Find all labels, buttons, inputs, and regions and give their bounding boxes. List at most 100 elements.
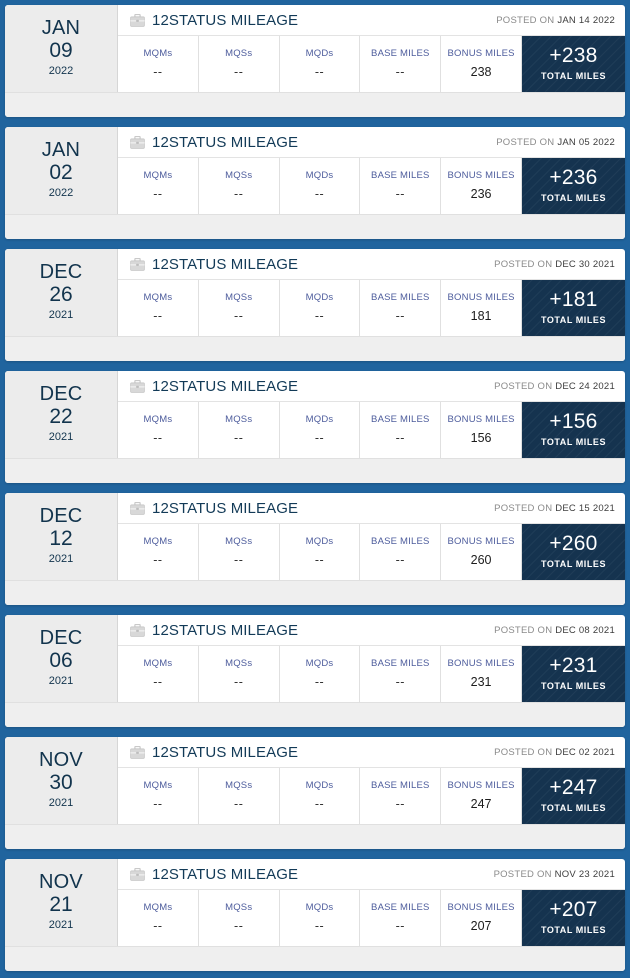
stat-value-bonus-miles: 238 xyxy=(470,64,492,79)
briefcase-icon xyxy=(130,258,145,271)
stat-label-mqms: MQMs xyxy=(143,901,173,913)
stat-label-base-miles: BASE MILES xyxy=(371,657,430,669)
total-miles-label: TOTAL MILES xyxy=(540,802,607,813)
total-miles-value: +231 xyxy=(549,654,598,678)
stat-cell-mqss: MQSs -- xyxy=(199,402,280,458)
stat-label-bonus-miles: BONUS MILES xyxy=(447,657,515,669)
stat-cell-mqss: MQSs -- xyxy=(199,890,280,946)
activity-card-body: 12STATUS MILEAGE POSTED ON JAN 14 2022 M… xyxy=(118,5,625,92)
activity-stats-row: MQMs -- MQSs -- MQDs -- BASE MILES -- BO… xyxy=(118,280,625,336)
stat-value-base-miles: -- xyxy=(395,674,405,689)
total-miles-label: TOTAL MILES xyxy=(540,70,607,81)
activity-posted-on: POSTED ON JAN 05 2022 xyxy=(496,137,617,148)
activity-date-year: 2021 xyxy=(48,796,74,809)
stat-cell-base-miles: BASE MILES -- xyxy=(360,158,442,214)
activity-card-1[interactable]: JAN 02 2022 12STATUS MILEAGE POSTED ON J… xyxy=(5,127,625,239)
stat-cell-base-miles: BASE MILES -- xyxy=(360,768,442,824)
stat-value-mqms: -- xyxy=(153,796,163,811)
activity-card-5[interactable]: DEC 06 2021 12STATUS MILEAGE POSTED ON D… xyxy=(5,615,625,727)
stat-label-mqms: MQMs xyxy=(143,413,173,425)
total-miles-box: +156 TOTAL MILES xyxy=(521,402,625,458)
stat-label-bonus-miles: BONUS MILES xyxy=(447,535,515,547)
activity-card-footer xyxy=(5,702,625,727)
stat-label-mqds: MQDs xyxy=(305,47,334,59)
activity-card-4[interactable]: DEC 12 2021 12STATUS MILEAGE POSTED ON D… xyxy=(5,493,625,605)
activity-card-footer xyxy=(5,336,625,361)
activity-card-main: JAN 02 2022 12STATUS MILEAGE POSTED ON J… xyxy=(5,127,625,214)
activity-card-0[interactable]: JAN 09 2022 12STATUS MILEAGE POSTED ON J… xyxy=(5,5,625,117)
stat-value-bonus-miles: 207 xyxy=(470,918,492,933)
stat-cell-bonus-miles: BONUS MILES 207 xyxy=(441,890,522,946)
stat-value-bonus-miles: 247 xyxy=(470,796,492,811)
activity-title: 12STATUS MILEAGE xyxy=(152,134,299,151)
stat-cell-bonus-miles: BONUS MILES 260 xyxy=(441,524,522,580)
stat-label-mqds: MQDs xyxy=(305,535,334,547)
activity-posted-on: POSTED ON DEC 15 2021 xyxy=(494,503,617,514)
activity-card-main: DEC 06 2021 12STATUS MILEAGE POSTED ON D… xyxy=(5,615,625,702)
stat-value-mqms: -- xyxy=(153,552,163,567)
activity-card-main: DEC 26 2021 12STATUS MILEAGE POSTED ON D… xyxy=(5,249,625,336)
activity-card-7[interactable]: NOV 21 2021 12STATUS MILEAGE POSTED ON N… xyxy=(5,859,625,971)
activity-card-footer xyxy=(5,214,625,239)
activity-date-year: 2021 xyxy=(48,308,74,321)
posted-on-date: JAN 14 2022 xyxy=(557,15,615,26)
activity-date-column: JAN 09 2022 xyxy=(5,5,118,92)
stat-cell-mqms: MQMs -- xyxy=(118,890,199,946)
activity-card-header: 12STATUS MILEAGE POSTED ON DEC 08 2021 xyxy=(118,615,625,646)
activity-card-3[interactable]: DEC 22 2021 12STATUS MILEAGE POSTED ON D… xyxy=(5,371,625,483)
activity-card-body: 12STATUS MILEAGE POSTED ON JAN 05 2022 M… xyxy=(118,127,625,214)
stat-label-base-miles: BASE MILES xyxy=(371,47,430,59)
stat-cell-mqss: MQSs -- xyxy=(199,36,280,92)
posted-on-date: DEC 08 2021 xyxy=(555,625,615,636)
stat-value-mqds: -- xyxy=(314,918,325,933)
stat-label-base-miles: BASE MILES xyxy=(371,535,430,547)
total-miles-label: TOTAL MILES xyxy=(540,314,607,325)
stat-label-mqss: MQSs xyxy=(225,657,253,669)
activity-card-body: 12STATUS MILEAGE POSTED ON DEC 24 2021 M… xyxy=(118,371,625,458)
total-miles-box: +231 TOTAL MILES xyxy=(521,646,625,702)
activity-date-day: 30 xyxy=(49,771,73,795)
total-miles-value: +207 xyxy=(549,898,598,922)
stat-cell-bonus-miles: BONUS MILES 247 xyxy=(441,768,522,824)
stat-cell-bonus-miles: BONUS MILES 238 xyxy=(441,36,522,92)
stat-label-bonus-miles: BONUS MILES xyxy=(447,169,515,181)
activity-date-day: 26 xyxy=(49,283,73,307)
total-miles-value: +247 xyxy=(549,776,598,800)
activity-title: 12STATUS MILEAGE xyxy=(152,12,299,29)
activity-title: 12STATUS MILEAGE xyxy=(152,500,299,517)
activity-header-left: 12STATUS MILEAGE xyxy=(130,12,298,29)
activity-card-header: 12STATUS MILEAGE POSTED ON DEC 30 2021 xyxy=(118,249,625,280)
total-miles-label: TOTAL MILES xyxy=(540,436,607,447)
stat-label-mqss: MQSs xyxy=(225,169,253,181)
activity-card-footer xyxy=(5,92,625,117)
posted-on-date: NOV 23 2021 xyxy=(554,869,615,880)
activity-date-day: 06 xyxy=(49,649,73,673)
stat-label-mqds: MQDs xyxy=(305,169,334,181)
stat-value-bonus-miles: 260 xyxy=(470,552,492,567)
activity-date-year: 2022 xyxy=(48,186,74,199)
activity-card-header: 12STATUS MILEAGE POSTED ON DEC 15 2021 xyxy=(118,493,625,524)
total-miles-label: TOTAL MILES xyxy=(540,924,607,935)
stat-label-mqds: MQDs xyxy=(305,657,334,669)
total-miles-box: +238 TOTAL MILES xyxy=(521,36,625,92)
activity-date-column: DEC 06 2021 xyxy=(5,615,118,702)
stat-value-base-miles: -- xyxy=(395,308,405,323)
stat-label-bonus-miles: BONUS MILES xyxy=(447,901,515,913)
stat-label-mqss: MQSs xyxy=(225,901,253,913)
activity-date-month: DEC xyxy=(39,505,83,528)
activity-card-6[interactable]: NOV 30 2021 12STATUS MILEAGE POSTED ON D… xyxy=(5,737,625,849)
activity-date-month: JAN xyxy=(41,139,81,162)
stat-cell-mqms: MQMs -- xyxy=(118,646,199,702)
stat-label-bonus-miles: BONUS MILES xyxy=(447,291,515,303)
briefcase-icon xyxy=(130,14,145,27)
activity-header-left: 12STATUS MILEAGE xyxy=(130,256,298,273)
activity-card-2[interactable]: DEC 26 2021 12STATUS MILEAGE POSTED ON D… xyxy=(5,249,625,361)
stat-label-mqss: MQSs xyxy=(225,291,253,303)
activity-date-column: NOV 30 2021 xyxy=(5,737,118,824)
activity-card-main: DEC 12 2021 12STATUS MILEAGE POSTED ON D… xyxy=(5,493,625,580)
stat-cell-base-miles: BASE MILES -- xyxy=(360,524,442,580)
activity-posted-on: POSTED ON JAN 14 2022 xyxy=(496,15,617,26)
stat-cell-mqss: MQSs -- xyxy=(199,646,280,702)
activity-card-footer xyxy=(5,824,625,849)
stat-label-base-miles: BASE MILES xyxy=(371,291,430,303)
